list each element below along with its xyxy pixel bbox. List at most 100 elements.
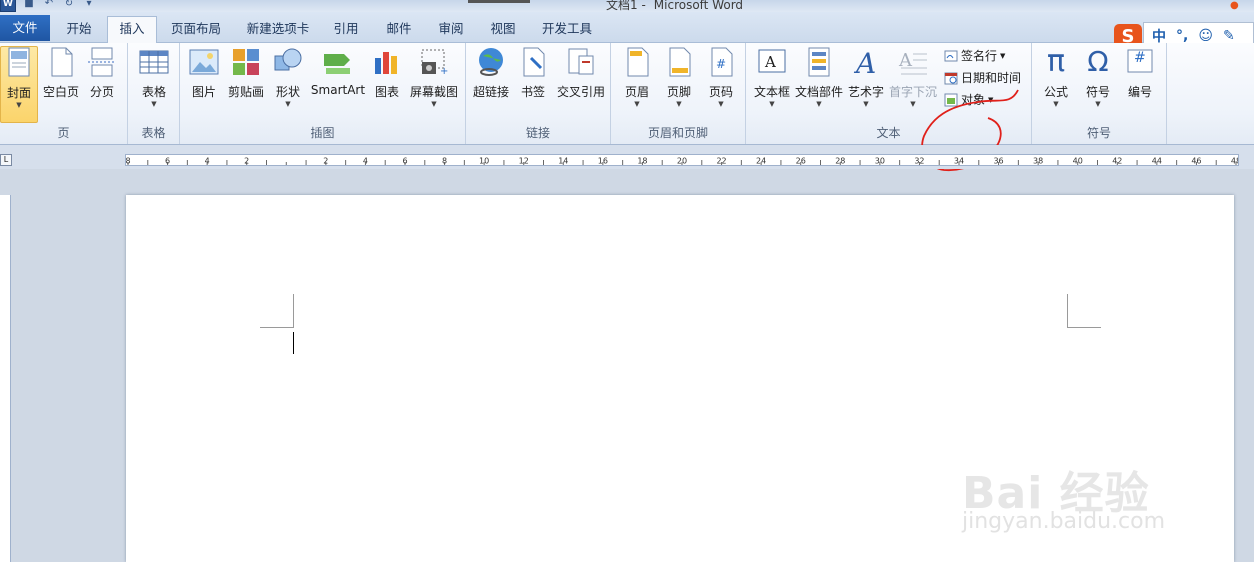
screenshot-button[interactable]: + 屏幕截图 ▼ — [408, 46, 460, 108]
table-button[interactable]: 表格 ▼ — [134, 46, 174, 108]
crop-mark-left — [260, 294, 294, 328]
wordart-button[interactable]: A 艺术字 ▼ — [846, 46, 886, 108]
smartart-button[interactable]: SmartArt — [308, 46, 368, 97]
tab-references[interactable]: 引用 — [326, 17, 366, 41]
clipart-button[interactable]: 剪贴画 — [226, 46, 266, 100]
bookmark-button[interactable]: 书签 — [516, 46, 550, 100]
pi-icon: π — [1046, 44, 1066, 79]
ribbon-insert: 封面 ▼ 空白页 分页 页 表格 ▼ 表格 图片 剪贴画 形状 ▼ SmartA… — [0, 43, 1254, 145]
customize-qat-icon[interactable]: ▾ — [82, 0, 96, 10]
group-links: 超链接 书签 交叉引用 链接 — [466, 43, 611, 144]
tab-new-tab[interactable]: 新建选项卡 — [240, 17, 316, 41]
footer-icon — [663, 46, 695, 78]
screenshot-icon: + — [418, 46, 450, 78]
tab-page-layout[interactable]: 页面布局 — [165, 17, 227, 41]
tab-mailings[interactable]: 邮件 — [378, 17, 420, 41]
quick-parts-button[interactable]: 文档部件 ▼ — [794, 46, 844, 108]
header-button[interactable]: 页眉 ▼ — [617, 46, 657, 108]
ruler-label: 28 — [835, 157, 845, 166]
shapes-label: 形状 — [275, 85, 300, 99]
numbering-button[interactable]: # 编号 — [1120, 46, 1160, 100]
ruler-label: 4 — [363, 157, 368, 166]
page-break-button[interactable]: 分页 — [84, 46, 120, 100]
ime-punct-toggle[interactable]: °, — [1176, 28, 1188, 44]
app-name: Microsoft Word — [653, 0, 744, 12]
chevron-down-icon: ▼ — [1095, 100, 1101, 108]
crop-mark-right — [1067, 294, 1101, 328]
date-time-button[interactable]: 日期和时间 — [944, 69, 1021, 86]
group-header-footer: 页眉 ▼ 页脚 ▼ # 页码 ▼ 页眉和页脚 — [611, 43, 746, 144]
omega-icon: Ω — [1087, 45, 1109, 78]
page-break-label: 分页 — [89, 85, 114, 99]
quick-access-toolbar: W ■ ↶ ↻ ▾ — [0, 0, 96, 12]
hyperlink-button[interactable]: 超链接 — [470, 46, 512, 100]
ruler-label: 36 — [993, 157, 1003, 166]
shapes-button[interactable]: 形状 ▼ — [270, 46, 306, 108]
page-number-button[interactable]: # 页码 ▼ — [701, 46, 741, 108]
globe-link-icon — [475, 46, 507, 78]
ruler-label: 4 — [205, 157, 210, 166]
tab-selector[interactable]: L — [0, 154, 12, 166]
chevron-down-icon: ▼ — [431, 100, 437, 108]
group-symbols: π 公式 ▼ Ω 符号 ▼ # 编号 符号 — [1032, 43, 1167, 144]
group-label-pages: 页 — [57, 126, 70, 140]
picture-button[interactable]: 图片 — [186, 46, 222, 100]
tab-developer[interactable]: 开发工具 — [536, 17, 598, 41]
title-bar: W ■ ↶ ↻ ▾ 文档1 - Microsoft Word ● — [0, 0, 1254, 12]
cross-reference-icon — [565, 46, 597, 78]
horizontal-ruler[interactable]: 8 6 4 2 2 4 6 8 10 12 14 16 18 20 22 24 26 28 30 32 34 36 38 40… — [125, 154, 1239, 166]
picture-icon — [188, 46, 220, 78]
ruler-label: 8 — [125, 157, 130, 166]
tab-view[interactable]: 视图 — [482, 17, 524, 41]
chevron-down-icon: ▼ — [285, 100, 291, 108]
date-time-label: 日期和时间 — [961, 71, 1022, 85]
smiley-icon[interactable]: ☺ — [1198, 28, 1213, 44]
symbol-label: 符号 — [1085, 85, 1110, 99]
tab-review[interactable]: 审阅 — [430, 17, 472, 41]
redo-icon[interactable]: ↻ — [62, 0, 76, 10]
chevron-down-icon: ▼ — [863, 100, 869, 108]
chevron-down-icon: ▼ — [769, 100, 775, 108]
word-logo-icon[interactable]: W — [0, 0, 16, 12]
pen-icon[interactable]: ✎ — [1223, 28, 1235, 44]
ruler-label: 48 — [1231, 157, 1239, 166]
ruler-label: 10 — [479, 157, 489, 166]
ruler-label: 2 — [323, 157, 328, 166]
title-decoration — [468, 0, 530, 3]
quick-parts-label: 文档部件 — [794, 85, 843, 99]
group-pages: 封面 ▼ 空白页 分页 页 — [0, 43, 128, 144]
header-icon — [621, 46, 653, 78]
ruler-label: 30 — [875, 157, 885, 166]
footer-button[interactable]: 页脚 ▼ — [659, 46, 699, 108]
cover-page-button[interactable]: 封面 ▼ — [0, 46, 38, 123]
clipart-label: 剪贴画 — [227, 85, 264, 99]
signature-line-button[interactable]: 签名行 ▼ — [944, 47, 1005, 64]
equation-button[interactable]: π 公式 ▼ — [1036, 44, 1076, 109]
chart-icon — [371, 46, 403, 78]
clipart-icon — [230, 46, 262, 78]
blank-page-button[interactable]: 空白页 — [40, 46, 82, 100]
undo-icon[interactable]: ↶ — [42, 0, 56, 10]
quick-parts-icon — [803, 46, 835, 78]
chart-button[interactable]: 图表 — [370, 46, 404, 100]
ruler-label: 14 — [558, 157, 568, 166]
chevron-down-icon: ▼ — [16, 101, 22, 109]
sogou-mini-icon[interactable]: ● — [1230, 0, 1248, 12]
cross-reference-button[interactable]: 交叉引用 — [554, 46, 608, 100]
svg-text:#: # — [716, 57, 726, 71]
save-icon[interactable]: ■ — [22, 0, 36, 10]
cover-page-label: 封面 — [6, 86, 31, 100]
tab-insert[interactable]: 插入 — [107, 16, 157, 43]
hash-glyph: # — [1134, 50, 1146, 66]
ribbon-tab-row: 文件 开始 插入 页面布局 新建选项卡 引用 邮件 审阅 视图 开发工具 — [0, 12, 1254, 43]
wordart-label: 艺术字 — [847, 85, 884, 99]
ruler-area: L 8 6 4 2 2 4 6 8 10 12 14 16 18 20 22 24 26 28 30 32 34 36 38… — [0, 145, 1254, 169]
group-label-header-footer: 页眉和页脚 — [647, 126, 708, 140]
tab-file[interactable]: 文件 — [0, 15, 50, 41]
vertical-ruler[interactable] — [0, 195, 11, 562]
chart-label: 图表 — [374, 85, 399, 99]
textbox-button[interactable]: A 文本框 ▼ — [750, 46, 794, 108]
symbol-button[interactable]: Ω 符号 ▼ — [1078, 45, 1118, 109]
ruler-label: 22 — [716, 157, 726, 166]
tab-home[interactable]: 开始 — [58, 17, 100, 41]
